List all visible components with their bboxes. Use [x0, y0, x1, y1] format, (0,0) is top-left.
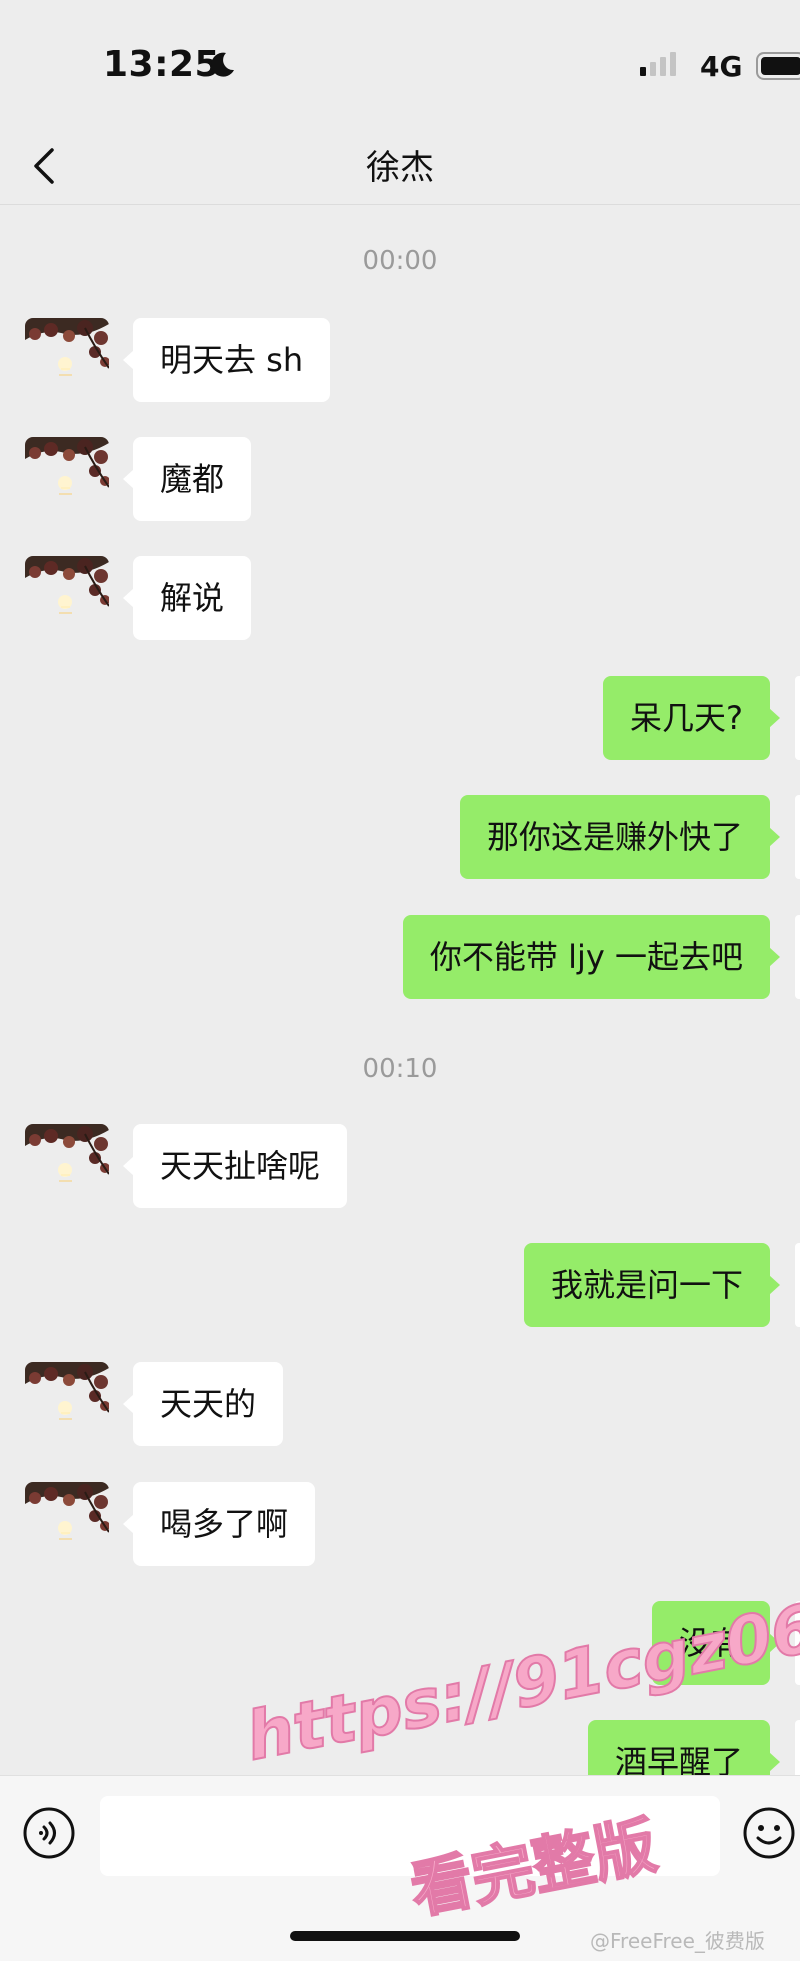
- emoji-icon[interactable]: [742, 1806, 796, 1860]
- contact-avatar[interactable]: [25, 318, 109, 402]
- battery-icon: [756, 52, 800, 80]
- received-message-bubble[interactable]: 天天扯啥呢: [122, 1124, 348, 1208]
- watermark-source: @FreeFree_彼费版: [590, 1929, 765, 1953]
- received-message-bubble[interactable]: 魔都: [122, 437, 252, 521]
- contact-avatar[interactable]: [25, 1362, 109, 1446]
- contact-avatar[interactable]: [25, 1124, 109, 1208]
- self-avatar[interactable]: [795, 676, 800, 760]
- chat-header: 徐杰: [0, 130, 800, 205]
- sent-message-bubble[interactable]: 那你这是赚外快了: [459, 795, 781, 879]
- received-message-bubble[interactable]: 天天的: [122, 1362, 284, 1446]
- received-message-bubble[interactable]: 喝多了啊: [122, 1482, 316, 1566]
- chat-title: 徐杰: [366, 148, 434, 188]
- sent-message-bubble[interactable]: 你不能带 ljy 一起去吧: [402, 915, 781, 999]
- self-avatar[interactable]: [795, 915, 800, 999]
- contact-avatar[interactable]: [25, 1482, 109, 1566]
- contact-avatar[interactable]: [25, 437, 109, 521]
- status-bar: 13:25 4G: [0, 0, 800, 130]
- voice-input-icon[interactable]: [22, 1806, 76, 1860]
- message-timestamp: 00:10: [362, 1054, 438, 1084]
- message-timestamp: 00:00: [362, 246, 438, 276]
- received-message-bubble[interactable]: 解说: [122, 556, 252, 640]
- sent-message-bubble[interactable]: 呆几天?: [603, 676, 780, 760]
- self-avatar[interactable]: [795, 1243, 800, 1327]
- signal-icon: [640, 52, 676, 76]
- contact-avatar[interactable]: [25, 556, 109, 640]
- self-avatar[interactable]: [795, 795, 800, 879]
- moon-icon: [211, 52, 234, 77]
- home-indicator: [290, 1931, 520, 1941]
- received-message-bubble[interactable]: 明天去 sh: [122, 318, 331, 402]
- status-time: 13:25: [103, 44, 221, 85]
- sent-message-bubble[interactable]: 我就是问一下: [523, 1243, 781, 1327]
- network-type: 4G: [700, 50, 743, 83]
- chat-screen: 13:25 4G 徐杰 00:00 明天去 sh 魔都 解说 呆几天? 那你这是…: [0, 0, 800, 1961]
